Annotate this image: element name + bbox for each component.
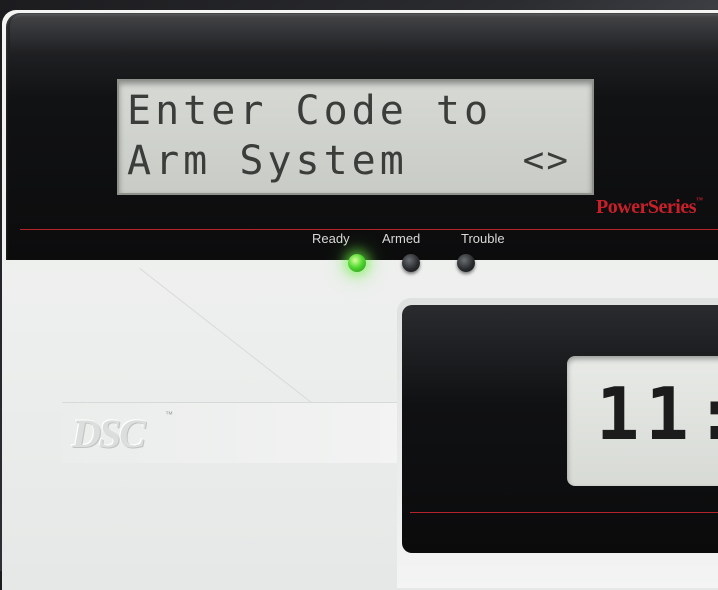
lcd-display: Enter Code to Arm System <> [117,79,594,195]
clock-divider [410,512,718,513]
armed-label: Armed [382,231,421,246]
bezel-divider [20,229,718,230]
brand-trademark: ™ [696,196,703,204]
bezel-sheen [10,14,718,54]
clock-digits: 11: [596,372,718,456]
ready-label: Ready [312,231,350,246]
trouble-led-icon [457,254,475,272]
armed-led-icon [402,254,420,272]
brand-name: PowerSeries [596,196,697,218]
dsc-trademark: ™ [165,410,173,419]
ready-led-icon [348,254,366,272]
lcd-line-1: Enter Code to [127,88,493,134]
trouble-label: Trouble [461,231,505,246]
scroll-arrows-icon: <> [522,140,570,181]
dsc-logo: DSC [72,411,146,456]
lcd-line-2: Arm System [127,138,408,184]
brand-logo: PowerSeries™ [596,196,703,219]
